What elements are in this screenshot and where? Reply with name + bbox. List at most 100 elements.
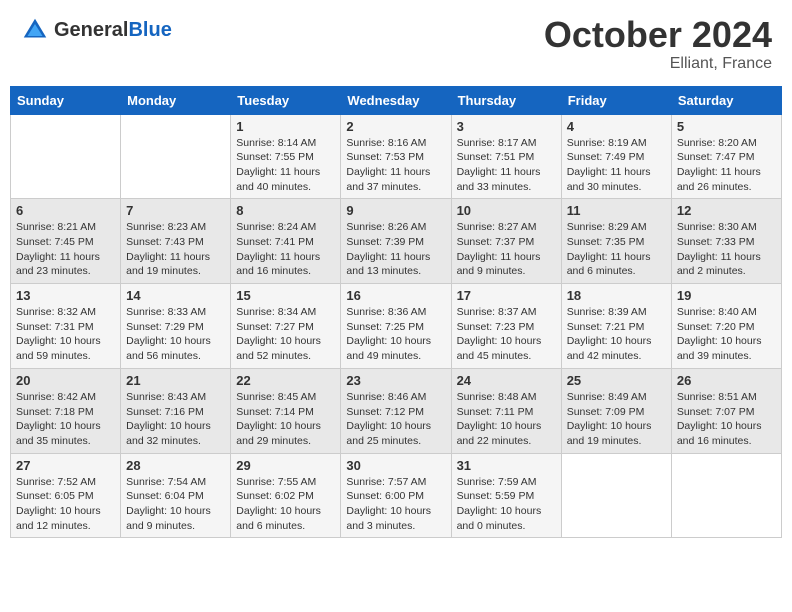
- calendar-cell: 15 Sunrise: 8:34 AM Sunset: 7:27 PM Dayli…: [231, 284, 341, 369]
- day-detail: Sunrise: 8:19 AM Sunset: 7:49 PM Dayligh…: [567, 136, 666, 195]
- calendar-cell: 11Sunrise: 8:29 AM Sunset: 7:35 PM Dayli…: [561, 199, 671, 284]
- location-subtitle: Elliant, France: [544, 55, 772, 73]
- day-number: 5: [677, 119, 776, 134]
- day-number: 3: [457, 119, 556, 134]
- calendar-cell: 10Sunrise: 8:27 AM Sunset: 7:37 PM Dayli…: [451, 199, 561, 284]
- calendar-cell: 23 Sunrise: 8:46 AM Sunset: 7:12 PM Dayli…: [341, 368, 451, 453]
- day-detail: Sunrise: 8:43 AM Sunset: 7:16 PM Dayligh…: [126, 390, 225, 449]
- day-number: 15: [236, 288, 335, 303]
- day-number: 22: [236, 373, 335, 388]
- calendar-cell: 17Sunrise: 8:37 AM Sunset: 7:23 PM Dayli…: [451, 284, 561, 369]
- day-of-week-tuesday: Tuesday: [231, 86, 341, 114]
- calendar-cell: 16Sunrise: 8:36 AM Sunset: 7:25 PM Dayli…: [341, 284, 451, 369]
- day-number: 24: [457, 373, 556, 388]
- calendar-cell: 5Sunrise: 8:20 AM Sunset: 7:47 PM Daylig…: [671, 114, 781, 199]
- logo-blue: Blue: [128, 19, 171, 41]
- day-of-week-thursday: Thursday: [451, 86, 561, 114]
- calendar-cell: [121, 114, 231, 199]
- calendar-cell: 4 Sunrise: 8:19 AM Sunset: 7:49 PM Daylig…: [561, 114, 671, 199]
- day-detail: Sunrise: 8:32 AM Sunset: 7:31 PM Dayligh…: [16, 305, 115, 364]
- day-number: 9: [346, 203, 445, 218]
- calendar-cell: 3 Sunrise: 8:17 AM Sunset: 7:51 PM Daylig…: [451, 114, 561, 199]
- calendar-cell: 19 Sunrise: 8:40 AM Sunset: 7:20 PM Dayli…: [671, 284, 781, 369]
- day-number: 28: [126, 458, 225, 473]
- calendar-cell: 31 Sunrise: 7:59 AM Sunset: 5:59 PM Dayli…: [451, 453, 561, 538]
- calendar-cell: 1Sunrise: 8:14 AM Sunset: 7:55 PM Daylig…: [231, 114, 341, 199]
- day-number: 27: [16, 458, 115, 473]
- day-detail: Sunrise: 8:23 AM Sunset: 7:43 PM Dayligh…: [126, 220, 225, 279]
- calendar-cell: [671, 453, 781, 538]
- calendar-cell: 21 Sunrise: 8:43 AM Sunset: 7:16 PM Dayli…: [121, 368, 231, 453]
- calendar-week-row: 13 Sunrise: 8:32 AM Sunset: 7:31 PM Dayli…: [11, 284, 782, 369]
- day-number: 4: [567, 119, 666, 134]
- day-detail: Sunrise: 7:55 AM Sunset: 6:02 PM Dayligh…: [236, 475, 335, 534]
- day-number: 25: [567, 373, 666, 388]
- day-detail: Sunrise: 8:48 AM Sunset: 7:11 PM Dayligh…: [457, 390, 556, 449]
- day-of-week-friday: Friday: [561, 86, 671, 114]
- day-number: 11: [567, 203, 666, 218]
- calendar-header-row: SundayMondayTuesdayWednesdayThursdayFrid…: [11, 86, 782, 114]
- day-detail: Sunrise: 8:42 AM Sunset: 7:18 PM Dayligh…: [16, 390, 115, 449]
- day-detail: Sunrise: 8:33 AM Sunset: 7:29 PM Dayligh…: [126, 305, 225, 364]
- day-number: 31: [457, 458, 556, 473]
- logo-icon: [20, 15, 50, 45]
- day-detail: Sunrise: 8:39 AM Sunset: 7:21 PM Dayligh…: [567, 305, 666, 364]
- day-of-week-sunday: Sunday: [11, 86, 121, 114]
- calendar-cell: 24 Sunrise: 8:48 AM Sunset: 7:11 PM Dayli…: [451, 368, 561, 453]
- day-detail: Sunrise: 8:16 AM Sunset: 7:53 PM Dayligh…: [346, 136, 445, 195]
- day-of-week-saturday: Saturday: [671, 86, 781, 114]
- calendar-cell: 29 Sunrise: 7:55 AM Sunset: 6:02 PM Dayli…: [231, 453, 341, 538]
- logo-general: General: [54, 19, 128, 41]
- calendar-cell: 12Sunrise: 8:30 AM Sunset: 7:33 PM Dayli…: [671, 199, 781, 284]
- day-number: 6: [16, 203, 115, 218]
- day-detail: Sunrise: 8:46 AM Sunset: 7:12 PM Dayligh…: [346, 390, 445, 449]
- logo-text: GeneralBlue: [54, 19, 172, 42]
- day-detail: Sunrise: 8:34 AM Sunset: 7:27 PM Dayligh…: [236, 305, 335, 364]
- calendar-cell: 22 Sunrise: 8:45 AM Sunset: 7:14 PM Dayli…: [231, 368, 341, 453]
- day-detail: Sunrise: 8:40 AM Sunset: 7:20 PM Dayligh…: [677, 305, 776, 364]
- day-number: 18: [567, 288, 666, 303]
- day-detail: Sunrise: 8:26 AM Sunset: 7:39 PM Dayligh…: [346, 220, 445, 279]
- calendar-cell: 20Sunrise: 8:42 AM Sunset: 7:18 PM Dayli…: [11, 368, 121, 453]
- day-number: 29: [236, 458, 335, 473]
- calendar-cell: 6 Sunrise: 8:21 AM Sunset: 7:45 PM Daylig…: [11, 199, 121, 284]
- calendar-cell: 27Sunrise: 7:52 AM Sunset: 6:05 PM Dayli…: [11, 453, 121, 538]
- calendar-week-row: 1Sunrise: 8:14 AM Sunset: 7:55 PM Daylig…: [11, 114, 782, 199]
- day-detail: Sunrise: 7:54 AM Sunset: 6:04 PM Dayligh…: [126, 475, 225, 534]
- day-detail: Sunrise: 8:24 AM Sunset: 7:41 PM Dayligh…: [236, 220, 335, 279]
- calendar-cell: 9 Sunrise: 8:26 AM Sunset: 7:39 PM Daylig…: [341, 199, 451, 284]
- day-number: 13: [16, 288, 115, 303]
- day-number: 19: [677, 288, 776, 303]
- day-number: 14: [126, 288, 225, 303]
- calendar-cell: 14 Sunrise: 8:33 AM Sunset: 7:29 PM Dayli…: [121, 284, 231, 369]
- header: GeneralBlue October 2024 Elliant, France: [10, 10, 782, 78]
- calendar-cell: 25Sunrise: 8:49 AM Sunset: 7:09 PM Dayli…: [561, 368, 671, 453]
- calendar-cell: 7 Sunrise: 8:23 AM Sunset: 7:43 PM Daylig…: [121, 199, 231, 284]
- calendar-cell: 2Sunrise: 8:16 AM Sunset: 7:53 PM Daylig…: [341, 114, 451, 199]
- day-detail: Sunrise: 8:51 AM Sunset: 7:07 PM Dayligh…: [677, 390, 776, 449]
- calendar-week-row: 6 Sunrise: 8:21 AM Sunset: 7:45 PM Daylig…: [11, 199, 782, 284]
- day-detail: Sunrise: 7:59 AM Sunset: 5:59 PM Dayligh…: [457, 475, 556, 534]
- title-block: October 2024 Elliant, France: [544, 15, 772, 73]
- day-detail: Sunrise: 8:30 AM Sunset: 7:33 PM Dayligh…: [677, 220, 776, 279]
- day-detail: Sunrise: 8:21 AM Sunset: 7:45 PM Dayligh…: [16, 220, 115, 279]
- day-number: 21: [126, 373, 225, 388]
- day-of-week-monday: Monday: [121, 86, 231, 114]
- calendar-cell: 28 Sunrise: 7:54 AM Sunset: 6:04 PM Dayli…: [121, 453, 231, 538]
- calendar-cell: 26Sunrise: 8:51 AM Sunset: 7:07 PM Dayli…: [671, 368, 781, 453]
- calendar-week-row: 27Sunrise: 7:52 AM Sunset: 6:05 PM Dayli…: [11, 453, 782, 538]
- day-number: 23: [346, 373, 445, 388]
- day-detail: Sunrise: 8:36 AM Sunset: 7:25 PM Dayligh…: [346, 305, 445, 364]
- calendar-cell: [11, 114, 121, 199]
- day-number: 7: [126, 203, 225, 218]
- calendar: SundayMondayTuesdayWednesdayThursdayFrid…: [10, 86, 782, 539]
- day-number: 1: [236, 119, 335, 134]
- day-detail: Sunrise: 8:45 AM Sunset: 7:14 PM Dayligh…: [236, 390, 335, 449]
- day-detail: Sunrise: 8:37 AM Sunset: 7:23 PM Dayligh…: [457, 305, 556, 364]
- day-of-week-wednesday: Wednesday: [341, 86, 451, 114]
- calendar-cell: 13 Sunrise: 8:32 AM Sunset: 7:31 PM Dayli…: [11, 284, 121, 369]
- calendar-cell: 18 Sunrise: 8:39 AM Sunset: 7:21 PM Dayli…: [561, 284, 671, 369]
- calendar-cell: [561, 453, 671, 538]
- day-number: 8: [236, 203, 335, 218]
- day-detail: Sunrise: 8:17 AM Sunset: 7:51 PM Dayligh…: [457, 136, 556, 195]
